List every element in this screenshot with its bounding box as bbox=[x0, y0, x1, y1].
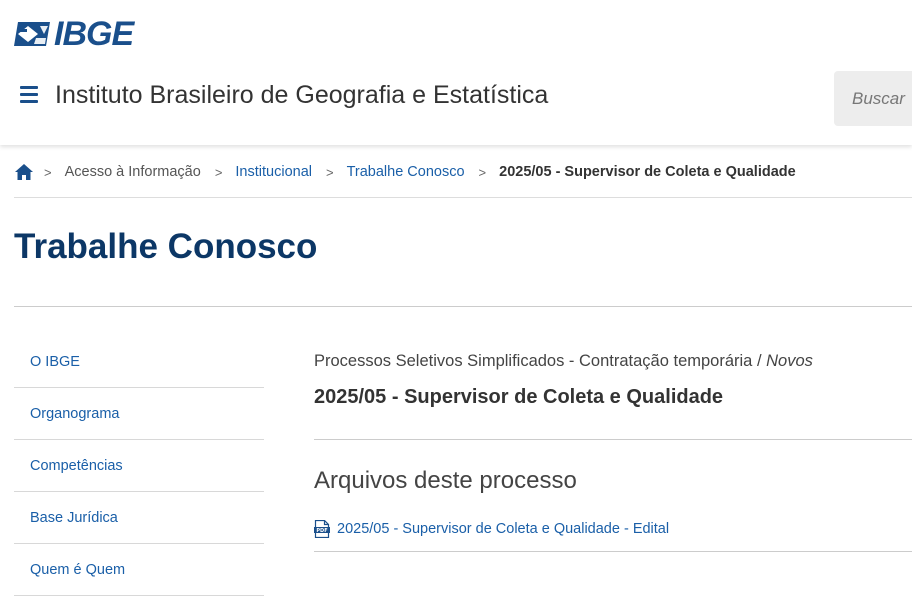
sidebar-item-o-ibge[interactable]: O IBGE bbox=[14, 336, 264, 388]
site-header: IBGE Instituto Brasileiro de Geografia e… bbox=[0, 0, 912, 145]
main-content: Processos Seletivos Simplificados - Cont… bbox=[314, 348, 912, 552]
divider bbox=[14, 197, 912, 198]
divider bbox=[14, 306, 912, 307]
file-link-edital[interactable]: PDF 2025/05 - Supervisor de Coleta e Qua… bbox=[314, 520, 669, 538]
category-status: Novos bbox=[766, 352, 813, 370]
breadcrumb-current: 2025/05 - Supervisor de Coleta e Qualida… bbox=[499, 164, 796, 180]
svg-text:PDF: PDF bbox=[316, 528, 327, 534]
ibge-logo-mark-icon bbox=[14, 22, 50, 46]
search-box[interactable] bbox=[834, 71, 912, 126]
breadcrumb-separator: > bbox=[325, 164, 334, 180]
hamburger-menu-icon[interactable] bbox=[20, 86, 38, 104]
sidebar-nav: O IBGE Organograma Competências Base Jur… bbox=[14, 336, 264, 596]
divider bbox=[314, 439, 912, 440]
process-title: 2025/05 - Supervisor de Coleta e Qualida… bbox=[314, 386, 724, 408]
site-title: Instituto Brasileiro de Geografia e Esta… bbox=[55, 81, 549, 109]
category-label: Processos Seletivos Simplificados - Cont… bbox=[314, 352, 753, 370]
breadcrumb: > Acesso à Informação > Institucional > … bbox=[14, 160, 796, 184]
ibge-logo[interactable]: IBGE bbox=[14, 15, 134, 53]
search-input[interactable] bbox=[834, 71, 912, 126]
breadcrumb-trabalhe-conosco[interactable]: Trabalhe Conosco bbox=[347, 164, 465, 180]
category-separator: / bbox=[756, 352, 762, 370]
breadcrumb-acesso-informacao[interactable]: Acesso à Informação bbox=[65, 164, 201, 180]
file-link-label[interactable]: 2025/05 - Supervisor de Coleta e Qualida… bbox=[337, 521, 669, 537]
sidebar-item-organograma[interactable]: Organograma bbox=[14, 388, 264, 440]
breadcrumb-separator: > bbox=[214, 164, 223, 180]
files-heading: Arquivos deste processo bbox=[314, 467, 577, 494]
divider bbox=[314, 551, 912, 552]
sidebar-item-base-juridica[interactable]: Base Jurídica bbox=[14, 492, 264, 544]
home-icon[interactable] bbox=[14, 163, 34, 181]
process-category: Processos Seletivos Simplificados - Cont… bbox=[314, 348, 912, 374]
pdf-file-icon: PDF bbox=[314, 520, 330, 538]
page-title: Trabalhe Conosco bbox=[14, 227, 318, 266]
ibge-logo-text: IBGE bbox=[54, 15, 134, 53]
sidebar-item-quem-e-quem[interactable]: Quem é Quem bbox=[14, 544, 264, 596]
sidebar-item-competencias[interactable]: Competências bbox=[14, 440, 264, 492]
breadcrumb-institucional[interactable]: Institucional bbox=[235, 164, 312, 180]
breadcrumb-separator: > bbox=[478, 164, 487, 180]
breadcrumb-separator: > bbox=[44, 164, 52, 180]
